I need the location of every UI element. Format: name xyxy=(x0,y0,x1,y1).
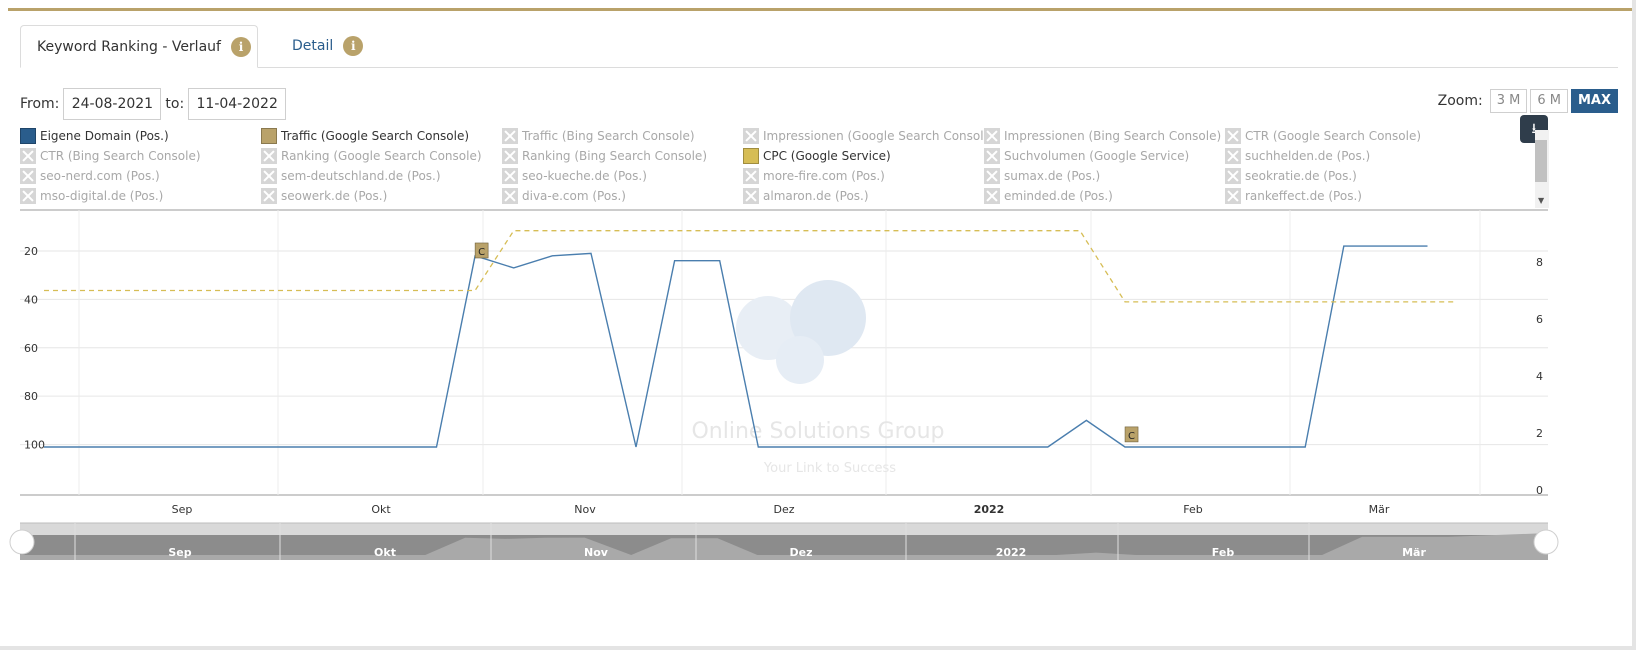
navigator-tick-label: Sep xyxy=(168,546,191,559)
watermark-title: Online Solutions Group xyxy=(691,419,944,444)
y-right-tick-label: 0 xyxy=(1536,484,1543,497)
annotation-label: C xyxy=(478,247,485,258)
navigator-tick-label: Nov xyxy=(584,546,609,559)
y-left-tick-label: 40 xyxy=(24,293,38,306)
chart-svg: Online Solutions Group Your Link to Succ… xyxy=(9,209,1559,560)
series-line-eigene-domain xyxy=(44,245,1428,448)
watermark-subtitle: Your Link to Success xyxy=(763,461,896,476)
x-tick-label: Nov xyxy=(574,503,596,516)
navigator[interactable]: Sep Okt Nov Dez 2022 Feb Mär xyxy=(9,522,1559,560)
navigator-tick-label: 2022 xyxy=(996,546,1027,559)
navigator-tick-label: Mär xyxy=(1402,546,1426,559)
y-left-tick-label: 100 xyxy=(24,439,45,452)
y-left-tick-label: 80 xyxy=(24,390,38,403)
y-right-tick-label: 8 xyxy=(1536,256,1543,269)
x-tick-label: Dez xyxy=(773,503,794,516)
x-tick-label: Mär xyxy=(1369,503,1390,516)
y-left-tick-label: 60 xyxy=(24,342,38,355)
annotation-label: C xyxy=(1128,431,1135,442)
y-right-tick-label: 2 xyxy=(1536,427,1543,440)
x-tick-label: Okt xyxy=(371,503,391,516)
x-tick-label: 2022 xyxy=(974,503,1005,516)
x-tick-label: Feb xyxy=(1183,503,1202,516)
x-tick-label: Sep xyxy=(172,503,193,516)
navigator-tick-label: Okt xyxy=(374,546,396,559)
y-left-tick-label: 20 xyxy=(24,245,38,258)
navigator-tick-label: Feb xyxy=(1212,546,1235,559)
navigator-right-handle[interactable] xyxy=(1533,529,1559,555)
series-line-cpc xyxy=(44,230,1454,303)
y-right-tick-label: 6 xyxy=(1536,313,1543,326)
navigator-left-handle[interactable] xyxy=(9,529,35,555)
navigator-tick-label: Dez xyxy=(790,546,813,559)
y-right-tick-label: 4 xyxy=(1536,370,1543,383)
